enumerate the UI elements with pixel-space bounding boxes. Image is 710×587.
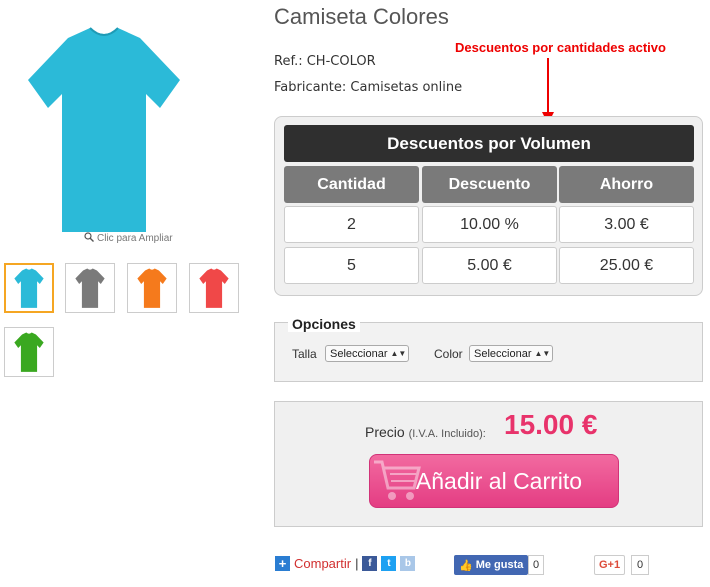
discount-cell: 10.00 % (422, 206, 557, 243)
bookmark-icon[interactable]: b (400, 556, 416, 571)
facebook-icon[interactable]: f (362, 556, 378, 571)
color-select-value: Seleccionar (474, 347, 532, 360)
twitter-icon[interactable]: t (381, 556, 397, 571)
product-thumbnail[interactable] (127, 263, 177, 313)
discount-cell: 3.00 € (559, 206, 694, 243)
talla-select-value: Seleccionar (330, 347, 388, 360)
zoom-hint-text: Clic para Ampliar (97, 233, 173, 244)
facebook-like-button[interactable]: 👍 Me gusta (454, 555, 529, 575)
discount-cell: 5.00 € (422, 247, 557, 284)
zoom-hint[interactable]: Clic para Ampliar (84, 232, 173, 245)
product-thumbnail[interactable] (65, 263, 115, 313)
product-ref: Ref.: CH-COLOR (274, 54, 376, 69)
product-title: Camiseta Colores (274, 4, 449, 29)
like-label: Me gusta (475, 559, 524, 571)
product-thumbnail[interactable] (4, 263, 54, 313)
gplus-count: 0 (631, 555, 650, 575)
price-value: 15.00 € (504, 409, 598, 440)
tshirt-shape (28, 28, 180, 232)
discount-col-cantidad: Cantidad (284, 166, 419, 203)
cart-icon (372, 456, 422, 511)
talla-label: Talla (292, 347, 317, 361)
select-arrows-icon: ▲▼ (390, 349, 407, 358)
discount-table-title: Descuentos por Volumen (284, 125, 694, 162)
discount-col-descuento: Descuento (422, 166, 557, 203)
discount-cell: 5 (284, 247, 419, 284)
product-main-image[interactable] (20, 20, 188, 238)
talla-select[interactable]: Seleccionar ▲▼ (325, 345, 409, 362)
share-plus-icon[interactable]: + (275, 556, 290, 571)
discount-annotation: Descuentos por cantidades activo (455, 40, 666, 55)
discount-cell: 2 (284, 206, 419, 243)
color-select[interactable]: Seleccionar ▲▼ (469, 345, 553, 362)
product-thumbnail[interactable] (4, 327, 54, 377)
select-arrows-icon: ▲▼ (534, 349, 551, 358)
price-label: Precio (I.V.A. Incluido): (365, 424, 486, 440)
color-label: Color (434, 347, 463, 361)
share-link[interactable]: Compartir (294, 556, 351, 571)
magnifier-icon (84, 232, 94, 245)
discount-cell: 25.00 € (559, 247, 694, 284)
discount-col-ahorro: Ahorro (559, 166, 694, 203)
like-count: 0 (528, 555, 545, 575)
divider: | (355, 556, 359, 571)
price-tax-note: (I.V.A. Incluido): (408, 428, 486, 440)
product-manufacturer: Fabricante: Camisetas online (274, 80, 463, 95)
google-plus-button[interactable]: G+1 (594, 555, 626, 575)
thumbs-up-icon: 👍 (459, 559, 473, 572)
add-to-cart-label: Añadir al Carrito (415, 467, 583, 494)
options-legend: Opciones (288, 316, 360, 332)
price-label-text: Precio (365, 424, 405, 440)
share-bar: + Compartir | f t b (275, 556, 416, 571)
product-thumbnail[interactable] (189, 263, 239, 313)
